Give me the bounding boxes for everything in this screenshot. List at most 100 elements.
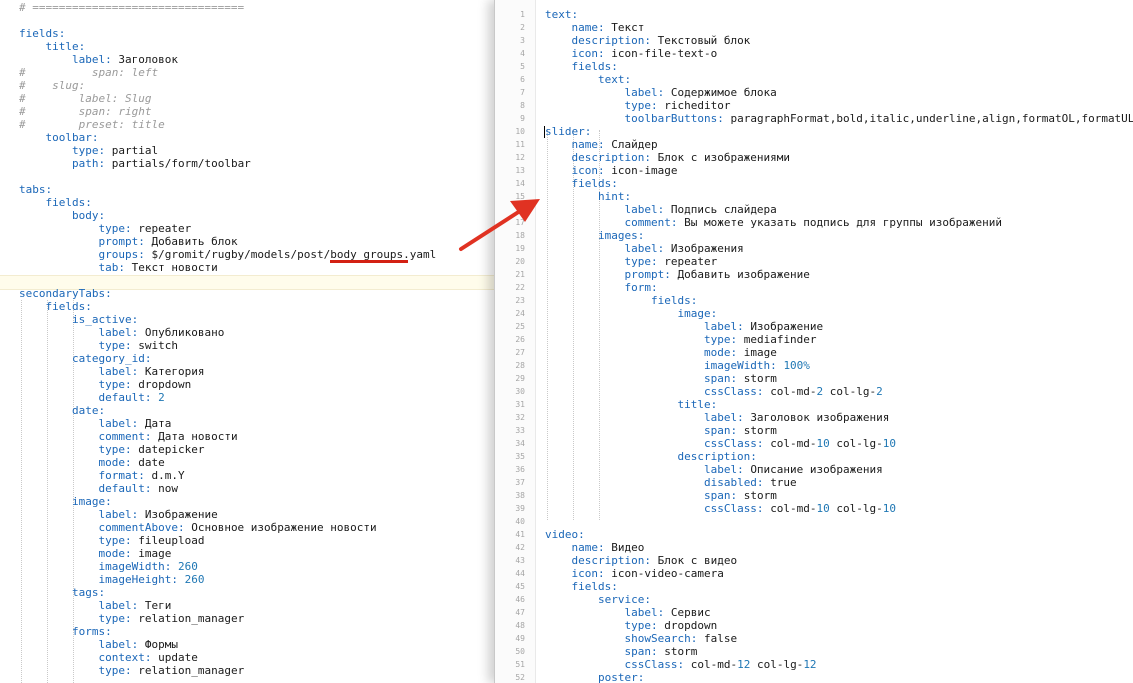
code-line[interactable]: type: dropdown (545, 619, 717, 632)
code-line[interactable]: span: storm (545, 424, 777, 437)
code-line[interactable]: type: richeditor (545, 99, 730, 112)
code-line[interactable]: forms: (19, 625, 112, 638)
code-line[interactable]: fields: (545, 294, 697, 307)
code-line[interactable]: fields: (545, 580, 618, 593)
code-line[interactable]: is_active: (19, 313, 138, 326)
code-line[interactable]: cssClass: col-md-2 col-lg-2 (545, 385, 883, 398)
code-line[interactable]: showSearch: false (545, 632, 737, 645)
code-line[interactable]: prompt: Добавить блок (19, 235, 237, 248)
code-line[interactable]: type: relation_manager (19, 612, 244, 625)
code-line[interactable]: image: (545, 307, 717, 320)
code-line[interactable]: comment: Дата новости (19, 430, 237, 443)
code-line[interactable]: label: Заголовок (19, 53, 178, 66)
code-line[interactable]: hint: (545, 190, 631, 203)
code-line[interactable]: toolbar: (19, 131, 99, 144)
code-line[interactable]: label: Дата (19, 417, 171, 430)
code-line[interactable]: title: (545, 398, 717, 411)
code-line[interactable]: label: Изображение (19, 508, 217, 521)
code-line[interactable]: mode: date (19, 456, 164, 469)
code-line[interactable]: default: 2 (19, 391, 164, 404)
code-line[interactable]: span: storm (545, 372, 777, 385)
code-line[interactable]: label: Категория (19, 365, 204, 378)
code-line[interactable]: category_id: (19, 352, 151, 365)
code-line[interactable]: # preset: title (19, 118, 165, 131)
code-line[interactable]: form: (545, 281, 657, 294)
code-line[interactable]: description: Блок с изображениями (545, 151, 791, 164)
code-line[interactable]: fields: (19, 196, 92, 209)
code-line[interactable]: # ================================ (19, 1, 244, 14)
code-line[interactable]: description: Блок с видео (545, 554, 738, 567)
code-line[interactable]: format: d.m.Y (19, 469, 184, 482)
code-line[interactable]: date: (19, 404, 105, 417)
code-line[interactable]: comment: Вы можете указать подпись для г… (545, 216, 1002, 229)
code-line[interactable]: icon: icon-video-camera (545, 567, 724, 580)
code-line[interactable]: # slug: (19, 79, 85, 92)
code-line[interactable]: label: Сервис (545, 606, 710, 619)
code-line[interactable]: icon: icon-file-text-o (545, 47, 718, 60)
code-line[interactable]: type: mediafinder (545, 333, 817, 346)
code-line[interactable]: video: (545, 528, 585, 541)
code-line[interactable]: fields: (19, 300, 92, 313)
code-line[interactable]: prompt: Добавить изображение (545, 268, 809, 281)
code-line[interactable]: type: datepicker (19, 443, 204, 456)
code-line[interactable]: imageWidth: 100% (545, 359, 810, 372)
code-line[interactable]: images: (545, 229, 644, 242)
code-line[interactable]: type: dropdown (19, 378, 191, 391)
code-line[interactable]: tags: (19, 586, 105, 599)
code-line[interactable]: label: Содержимое блока (545, 86, 776, 99)
code-line[interactable]: type: fileupload (19, 534, 204, 547)
code-line[interactable]: default: now (19, 482, 177, 495)
code-line[interactable]: fields: (545, 60, 618, 73)
code-line[interactable]: type: relation_manager (19, 664, 244, 677)
code-line[interactable]: title: (19, 40, 86, 53)
code-line[interactable]: path: partials/form/toolbar (19, 157, 251, 170)
code-line[interactable]: label: Формы (19, 638, 177, 651)
code-line[interactable]: imageHeight: 260 (19, 573, 204, 586)
code-line[interactable]: fields: (19, 27, 65, 40)
code-line[interactable]: tab: Текст новости (19, 261, 217, 274)
code-line[interactable]: tabs: (19, 183, 52, 196)
code-line[interactable]: type: switch (19, 339, 178, 352)
code-line[interactable]: cssClass: col-md-10 col-lg-10 (545, 502, 896, 515)
code-line[interactable]: span: storm (545, 489, 777, 502)
code-line[interactable]: label: Описание изображения (545, 463, 883, 476)
code-line[interactable]: secondaryTabs: (19, 287, 112, 300)
code-line[interactable]: name: Слайдер (545, 138, 658, 151)
code-line[interactable]: # label: Slug (19, 92, 151, 105)
code-line[interactable]: commentAbove: Основное изображение новос… (19, 521, 376, 534)
code-line[interactable]: # span: left (19, 66, 158, 79)
code-line[interactable]: span: storm (545, 645, 697, 658)
code-line[interactable]: type: repeater (545, 255, 717, 268)
code-line[interactable]: body: (19, 209, 105, 222)
code-line[interactable]: name: Видео (545, 541, 645, 554)
code-line[interactable]: label: Изображение (545, 320, 823, 333)
code-line[interactable]: description: Текстовый блок (545, 34, 751, 47)
code-line[interactable]: imageWidth: 260 (19, 560, 197, 573)
code-line[interactable]: label: Подпись слайдера (545, 203, 776, 216)
code-line[interactable]: name: Текст (545, 21, 645, 34)
code-line[interactable]: description: (545, 450, 756, 463)
code-line[interactable]: text: (545, 73, 631, 86)
code-line[interactable]: label: Теги (19, 599, 171, 612)
code-line[interactable]: text: (545, 8, 578, 21)
code-line[interactable]: poster: (545, 671, 644, 683)
code-line[interactable]: context: update (19, 651, 197, 664)
code-line[interactable]: fields: (545, 177, 618, 190)
code-line[interactable]: type: repeater (19, 222, 191, 235)
left-editor-pane[interactable]: # ================================ fields… (0, 0, 494, 683)
code-line[interactable]: slider: (545, 125, 591, 138)
code-line[interactable]: cssClass: col-md-10 col-lg-10 (545, 437, 896, 450)
code-line[interactable]: toolbarButtons: paragraphFormat,bold,ita… (545, 112, 1133, 125)
code-line[interactable]: label: Опубликовано (19, 326, 224, 339)
code-line[interactable]: disabled: true (545, 476, 797, 489)
code-line[interactable]: service: (545, 593, 651, 606)
code-line[interactable]: cssClass: col-md-12 col-lg-12 (545, 658, 816, 671)
code-line[interactable]: mode: image (545, 346, 777, 359)
right-editor-pane[interactable]: 1 2 3 4 5 6 7 8 9 10 11 12 13 14 15 16 17 18 19 20 21 22 23 24 2… (494, 0, 1133, 683)
code-line[interactable]: image: (19, 495, 112, 508)
code-line[interactable]: # span: right (19, 105, 151, 118)
code-line[interactable]: type: partial (19, 144, 158, 157)
code-line[interactable]: label: Заголовок изображения (545, 411, 889, 424)
code-line[interactable]: label: Изображения (545, 242, 743, 255)
code-line[interactable]: mode: image (19, 547, 171, 560)
